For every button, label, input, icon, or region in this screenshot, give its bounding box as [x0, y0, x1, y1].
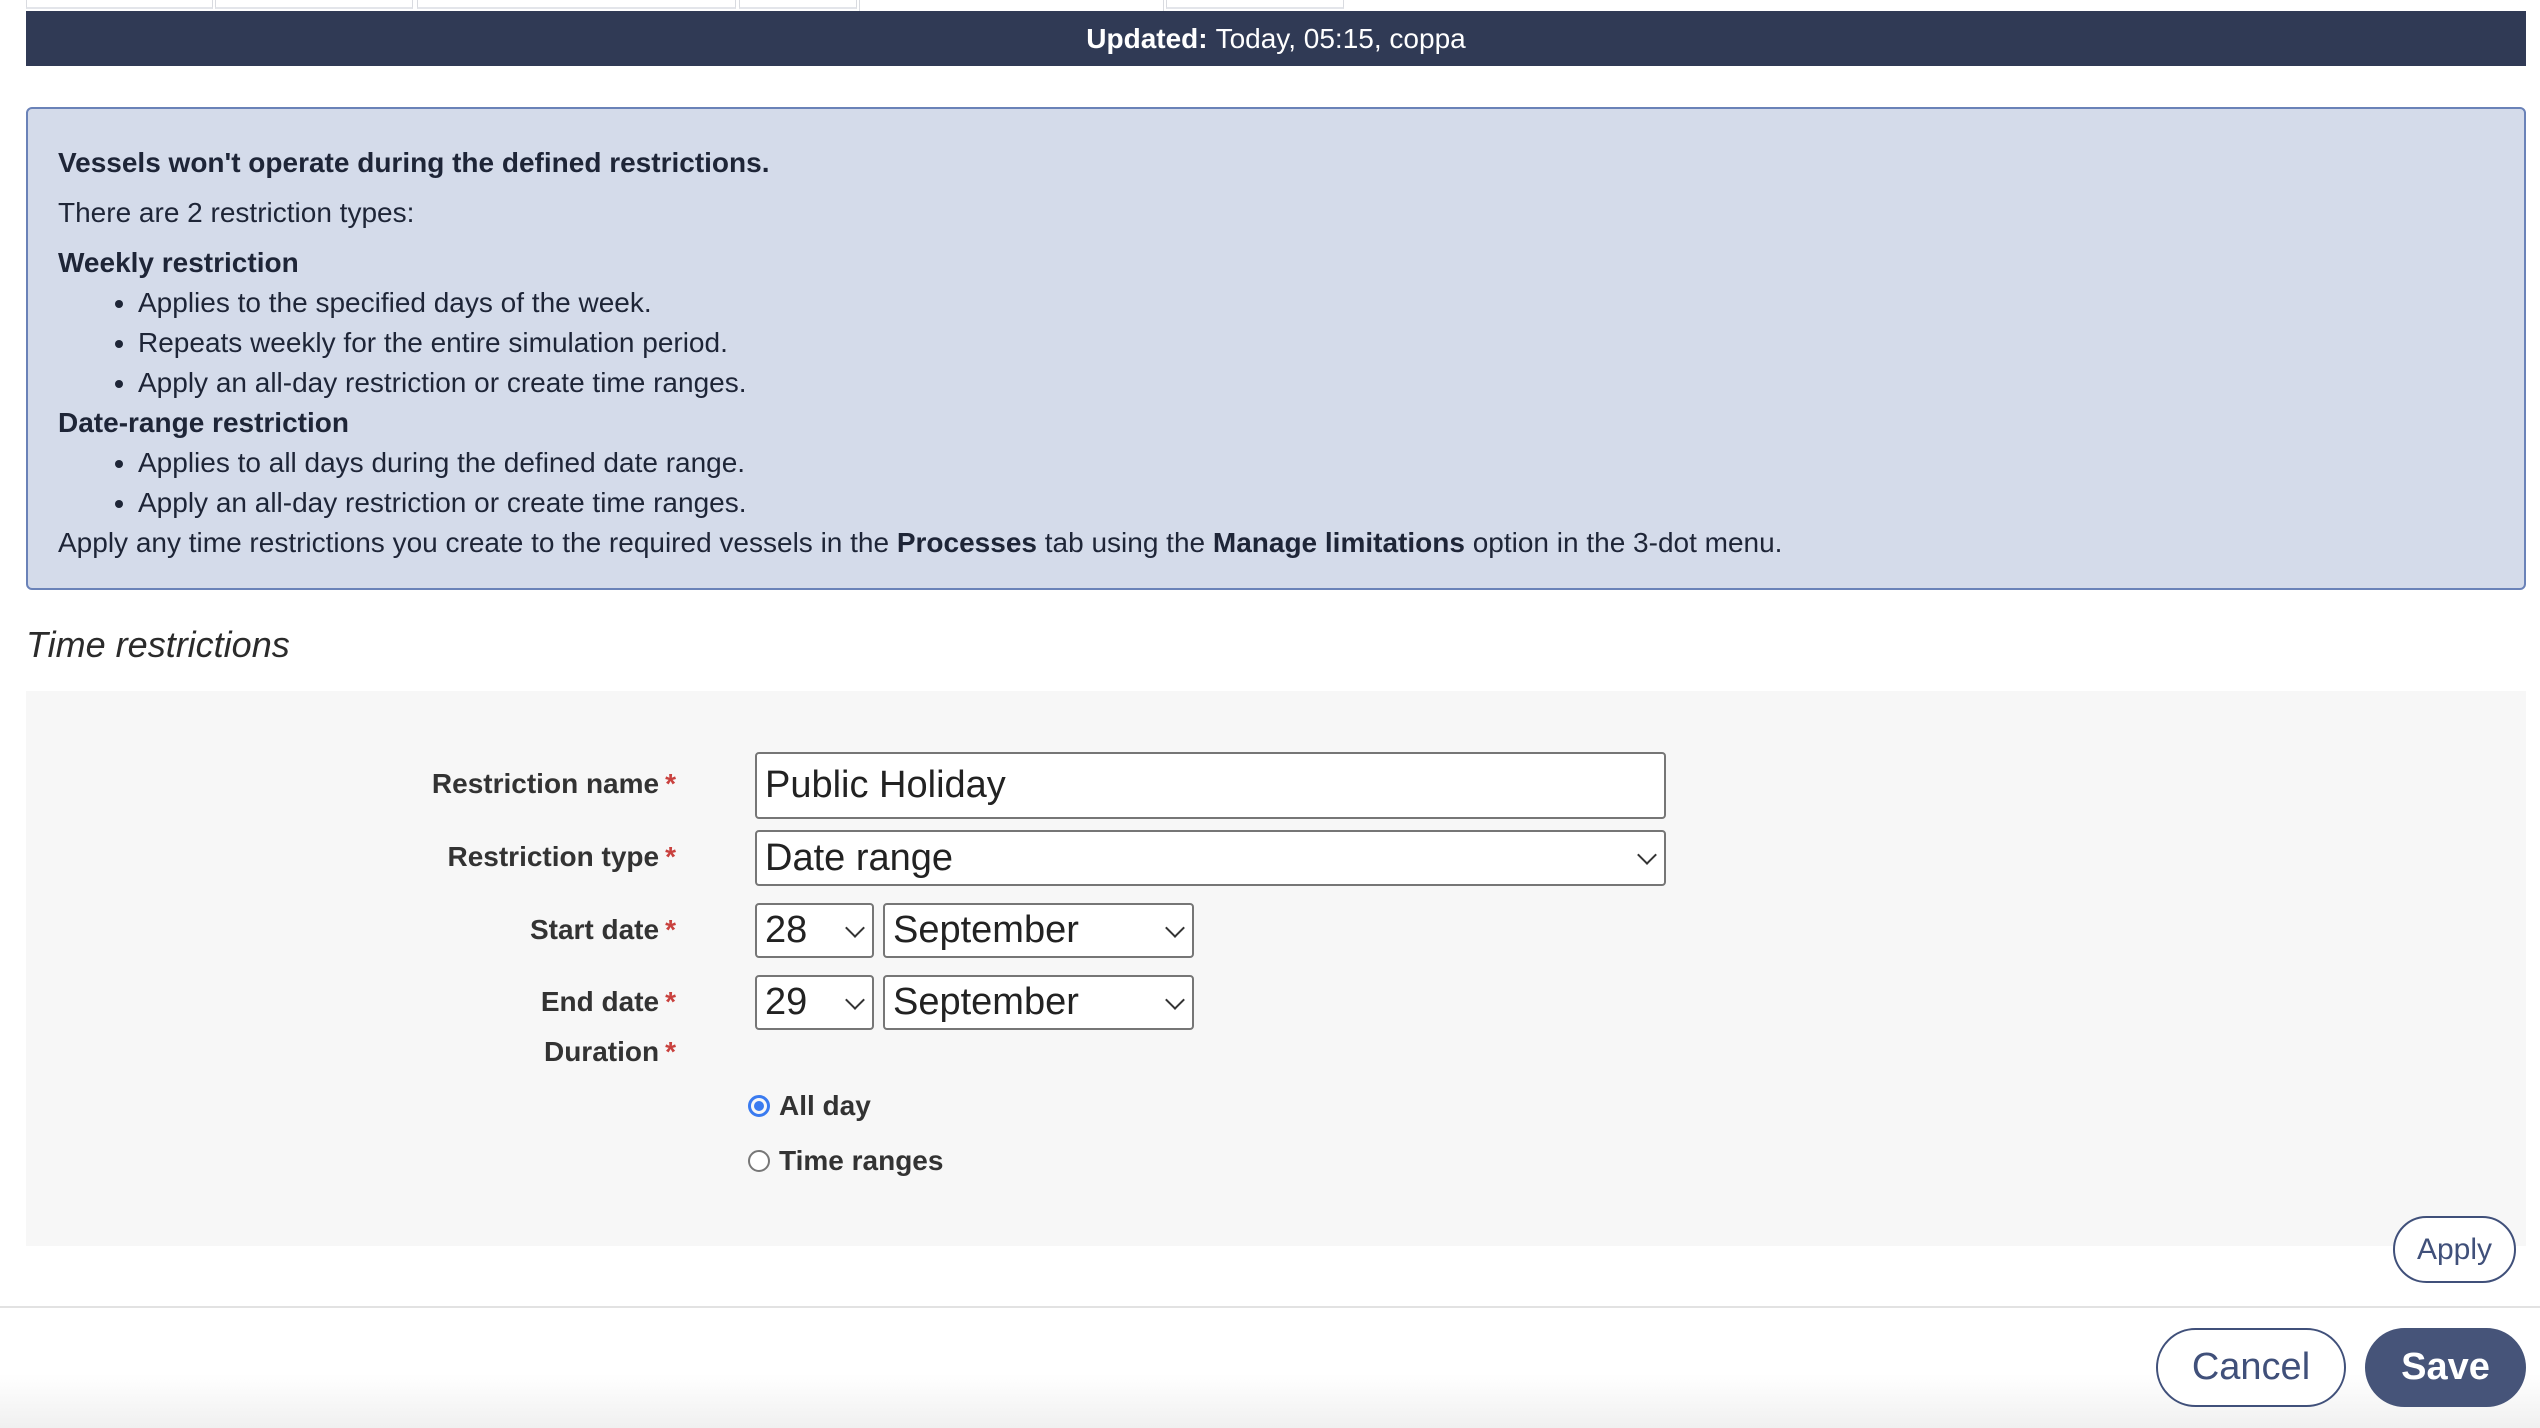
tab-4[interactable]	[739, 0, 857, 9]
tab-5-active[interactable]	[859, 0, 1164, 11]
apply-button[interactable]: Apply	[2393, 1216, 2516, 1283]
end-month-value: September	[893, 981, 1079, 1023]
list-item: Applies to all days during the defined d…	[138, 443, 2494, 483]
restriction-name-value: Public Holiday	[765, 764, 1006, 806]
save-button[interactable]: Save	[2365, 1328, 2526, 1407]
list-item: Apply an all-day restriction or create t…	[138, 483, 2494, 523]
updated-value: Today, 05:15, coppa	[1215, 22, 1466, 54]
required-asterisk: *	[665, 841, 676, 872]
restriction-type-value: Date range	[765, 836, 954, 879]
note-text: option in the 3-dot menu.	[1464, 527, 1783, 558]
tab-strip	[0, 0, 2540, 11]
label-text: Start date	[529, 914, 660, 945]
chevron-down-icon	[845, 989, 865, 1010]
end-day-select[interactable]: 29	[755, 975, 874, 1030]
radio-unselected-icon[interactable]	[748, 1150, 770, 1172]
list-item: Apply an all-day restriction or create t…	[138, 363, 2494, 403]
duration-label: Duration *	[544, 1036, 676, 1068]
tab-6[interactable]	[1166, 0, 1344, 9]
tab-3[interactable]	[417, 0, 736, 9]
info-footer-note: Apply any time restrictions you create t…	[58, 523, 2494, 563]
start-day-select[interactable]: 28	[755, 903, 874, 958]
radio-label: All day	[779, 1090, 871, 1121]
required-asterisk: *	[665, 768, 676, 799]
restriction-type-label: Restriction type *	[447, 841, 676, 873]
radio-label: Time ranges	[779, 1145, 944, 1176]
end-day-value: 29	[765, 981, 808, 1023]
tab-2[interactable]	[215, 0, 413, 9]
label-text: Restriction name	[431, 768, 660, 799]
chevron-down-icon	[1165, 989, 1185, 1010]
chevron-down-icon	[1165, 917, 1185, 938]
list-item: Repeats weekly for the entire simulation…	[138, 323, 2494, 363]
list-item: Applies to the specified days of the wee…	[138, 283, 2494, 323]
weekly-restriction-list: Applies to the specified days of the wee…	[58, 283, 2494, 403]
manage-limitations-ref: Manage limitations	[1212, 527, 1465, 558]
date-range-restriction-heading: Date-range restriction	[58, 407, 349, 438]
label-text: Restriction type	[447, 841, 660, 872]
updated-label: Updated:	[1086, 22, 1208, 54]
info-intro: There are 2 restriction types:	[58, 197, 415, 228]
tab-1[interactable]	[26, 0, 213, 9]
start-date-label: Start date *	[530, 914, 676, 946]
date-range-restriction-list: Applies to all days during the defined d…	[58, 443, 2494, 523]
required-asterisk: *	[665, 1036, 676, 1067]
restriction-type-select[interactable]: Date range	[755, 830, 1666, 886]
weekly-restriction-heading: Weekly restriction	[58, 247, 299, 278]
processes-tab-ref: Processes	[896, 527, 1037, 558]
chevron-down-icon	[1637, 845, 1657, 865]
label-text: Duration	[543, 1036, 660, 1067]
chevron-down-icon	[845, 917, 865, 938]
required-asterisk: *	[665, 986, 676, 1017]
info-box: Vessels won't operate during the defined…	[26, 107, 2526, 590]
end-month-select[interactable]: September	[883, 975, 1194, 1030]
section-title: Time restrictions	[26, 624, 290, 665]
note-text: Apply any time restrictions you create t…	[58, 527, 897, 558]
note-text: tab using the	[1036, 527, 1213, 558]
restriction-name-label: Restriction name *	[432, 768, 676, 800]
label-text: End date	[540, 986, 660, 1017]
updated-status-bar: Updated: Today, 05:15, coppa	[26, 11, 2526, 66]
radio-selected-icon[interactable]	[748, 1095, 770, 1117]
start-month-select[interactable]: September	[883, 903, 1194, 958]
start-day-value: 28	[765, 909, 808, 951]
duration-option-all-day[interactable]: All day	[748, 1090, 871, 1122]
required-asterisk: *	[665, 914, 676, 945]
info-lead: Vessels won't operate during the defined…	[58, 147, 770, 178]
cancel-button[interactable]: Cancel	[2156, 1328, 2346, 1407]
start-month-value: September	[893, 909, 1079, 951]
restriction-name-input[interactable]: Public Holiday	[755, 752, 1666, 819]
end-date-label: End date *	[541, 986, 676, 1018]
duration-option-time-ranges[interactable]: Time ranges	[748, 1145, 943, 1177]
